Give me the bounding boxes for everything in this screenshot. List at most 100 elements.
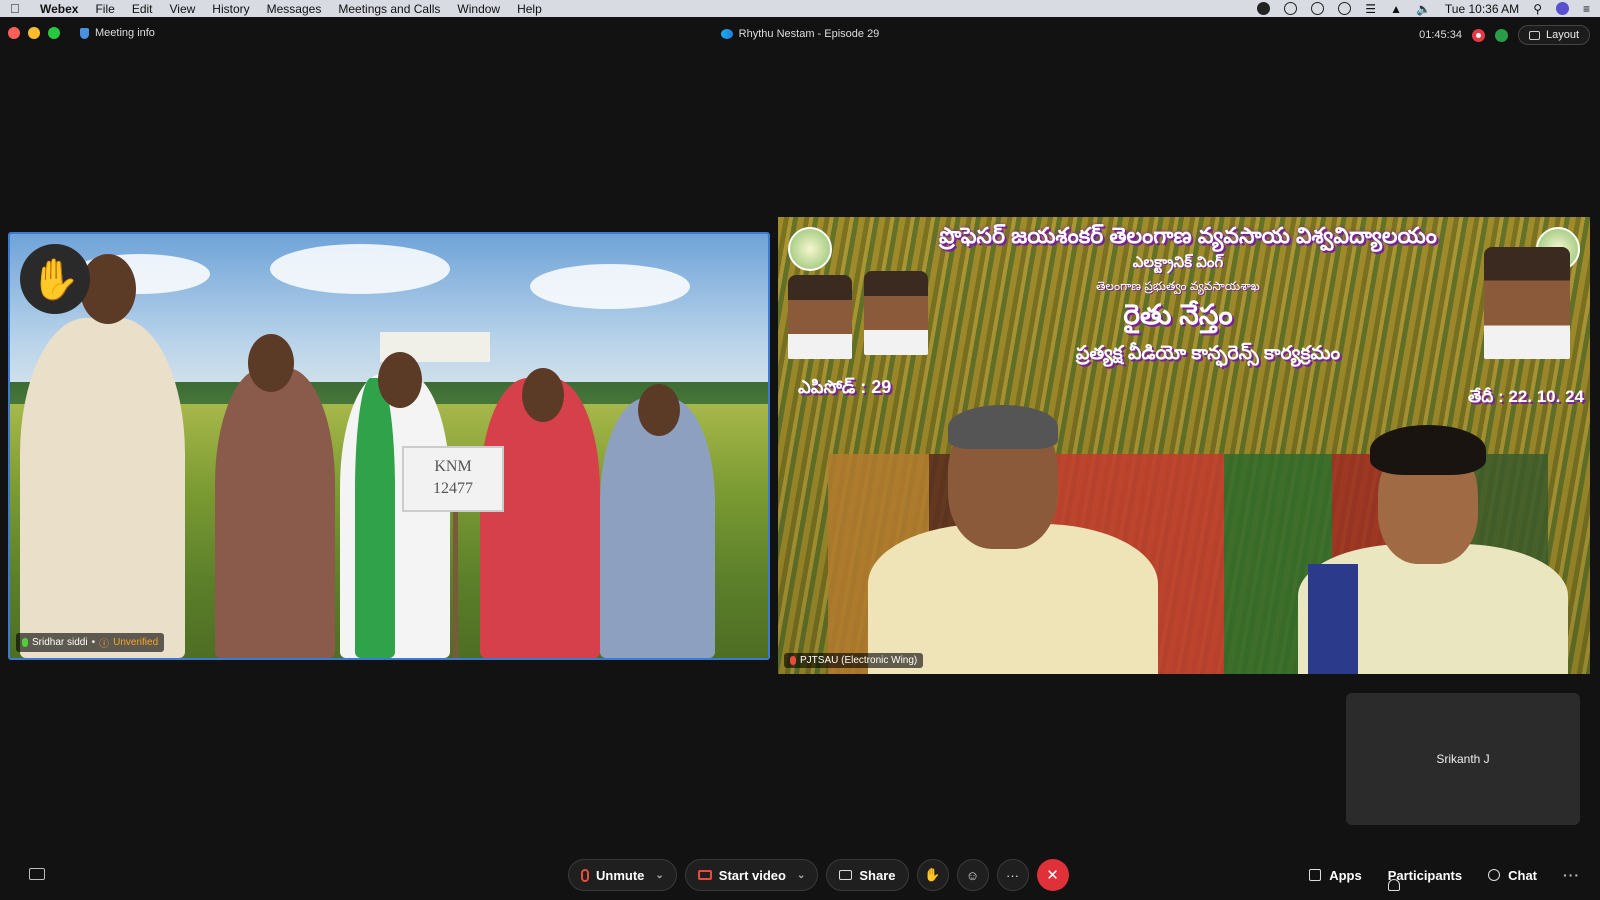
main-controls: Unmute ⌄ Start video ⌄ Share ✋ ☺ ··· ✕: [568, 859, 1069, 891]
banner-department: తెలంగాణ ప్రభుత్వం వ్యవసాయశాఖ: [1096, 279, 1260, 293]
video-person-head: [378, 352, 422, 408]
sign-line-2: 12477: [433, 480, 473, 497]
recording-indicator-icon[interactable]: [1471, 28, 1485, 42]
meeting-title: Rhythu Nestam - Episode 29: [738, 28, 880, 40]
video-presenter-female: [1298, 419, 1568, 674]
menu-file[interactable]: File: [95, 2, 114, 16]
apple-icon[interactable]: : [10, 1, 30, 16]
video-person: [215, 368, 335, 658]
time-machine-icon[interactable]: [1311, 2, 1325, 15]
menu-view[interactable]: View: [170, 2, 196, 16]
video-sign-stick: [453, 512, 458, 658]
video-cloud: [270, 244, 450, 294]
smiley-icon: ☺: [965, 867, 980, 883]
unmute-button[interactable]: Unmute ⌄: [568, 859, 677, 891]
participants-button[interactable]: Participants: [1387, 859, 1463, 891]
control-center-icon[interactable]: ≡: [1583, 2, 1590, 16]
video-person-head: [638, 384, 680, 436]
menu-meetings-and-calls[interactable]: Meetings and Calls: [338, 2, 440, 16]
window-title: Rhythu Nestam - Episode 29: [0, 28, 1600, 40]
elapsed-time: 01:45:34: [1419, 29, 1462, 41]
participants-label: Participants: [1387, 867, 1463, 883]
leave-meeting-button[interactable]: ✕: [1036, 859, 1069, 891]
banner-portrait: [1484, 247, 1570, 359]
presenter-hair: [948, 405, 1058, 449]
more-panels-button[interactable]: ···: [1563, 859, 1580, 891]
video-tile-pjtsau[interactable]: ప్రొఫెసర్ జయశంకర్ తెలంగాణ వ్యవసాయ విశ్వవ…: [778, 217, 1590, 674]
camera-off-icon: [697, 870, 712, 880]
banner-program-desc: ప్రత్యక్ష వీడియో కాన్ఫరెన్స్ కార్యక్రమం: [1075, 343, 1341, 364]
meeting-controls-bar: Unmute ⌄ Start video ⌄ Share ✋ ☺ ··· ✕ A…: [0, 856, 1600, 892]
reactions-button[interactable]: ☺: [956, 859, 989, 891]
name-separator: •: [91, 637, 96, 648]
video-cloud: [530, 264, 690, 309]
volume-icon[interactable]: 🔈: [1416, 2, 1431, 16]
menu-webex[interactable]: Webex: [40, 2, 78, 16]
clock[interactable]: Tue 10:36 AM: [1445, 2, 1519, 16]
banner-title: ప్రొఫెసర్ జయశంకర్ తెలంగాణ వ్యవసాయ విశ్వవ…: [939, 223, 1437, 248]
closed-captions-icon[interactable]: [29, 868, 45, 880]
video-tile-sridhar[interactable]: KNM 12477 ✋ Sridhar siddi • ⓘ Unverified: [8, 232, 770, 660]
presenter-hair: [1370, 425, 1486, 475]
menu-bar:  Webex File Edit View History Messages …: [0, 0, 1600, 17]
participant-name-tag: Sridhar siddi • ⓘ Unverified: [16, 633, 165, 652]
close-icon: ✕: [1046, 867, 1059, 884]
menu-edit[interactable]: Edit: [132, 2, 153, 16]
panel-controls: Apps Participants Chat ···: [1309, 859, 1580, 891]
user-avatar-icon[interactable]: [1555, 2, 1569, 15]
menu-window[interactable]: Window: [457, 2, 500, 16]
chat-button[interactable]: Chat: [1488, 859, 1537, 891]
layout-label: Layout: [1545, 29, 1579, 41]
video-person-head: [522, 368, 564, 422]
menu-help[interactable]: Help: [517, 2, 542, 16]
apps-label: Apps: [1329, 867, 1362, 883]
warning-icon: ⓘ: [99, 639, 110, 650]
layout-button[interactable]: Layout: [1517, 25, 1590, 45]
chevron-down-icon[interactable]: ⌄: [797, 870, 805, 881]
video-presenter-male: [868, 405, 1158, 674]
self-view-tile[interactable]: Srikanth J: [1346, 693, 1580, 825]
more-options-button[interactable]: ···: [996, 859, 1029, 891]
apps-button[interactable]: Apps: [1309, 859, 1362, 891]
raised-hand-icon[interactable]: ✋: [20, 244, 90, 314]
start-video-button[interactable]: Start video ⌄: [684, 859, 819, 891]
raise-hand-button[interactable]: ✋: [916, 859, 949, 891]
unmute-label: Unmute: [596, 867, 645, 883]
participant-name-tag: PJTSAU (Electronic Wing): [784, 653, 924, 668]
webex-logo-icon: [720, 29, 733, 39]
spotlight-search-icon[interactable]: ⚲: [1533, 2, 1542, 16]
start-video-label: Start video: [718, 867, 786, 883]
sign-line-1: KNM: [434, 458, 472, 475]
menu-messages[interactable]: Messages: [267, 2, 322, 16]
chevron-down-icon[interactable]: ⌄: [655, 870, 663, 881]
video-sign-board: KNM 12477: [402, 446, 504, 512]
window-title-bar: Meeting info Rhythu Nestam - Episode 29 …: [0, 17, 1600, 53]
layout-icon: [1528, 30, 1540, 40]
status-area: ☰ ▲ 🔈 Tue 10:36 AM ⚲ ≡: [1257, 2, 1590, 16]
banner-date: తేదీ : 22. 10. 24: [1468, 387, 1584, 406]
share-label: Share: [859, 867, 896, 883]
participant-name: Sridhar siddi: [32, 637, 88, 648]
more-icon: ···: [1006, 867, 1019, 883]
banner-subtitle: ఎలక్ట్రానిక్ వింగ్: [1132, 254, 1224, 271]
airplay-icon[interactable]: ▲: [1390, 2, 1402, 16]
video-person: [600, 398, 715, 658]
share-screen-icon: [839, 870, 853, 880]
title-right-area: 01:45:34 Layout: [1419, 25, 1590, 45]
unverified-label: Unverified: [113, 637, 159, 648]
assistant-indicator-icon[interactable]: [1494, 28, 1508, 42]
banner-episode: ఎపిసోడ్ : 29: [798, 377, 892, 397]
self-name: Srikanth J: [1436, 752, 1490, 766]
wifi-icon[interactable]: ☰: [1365, 2, 1376, 16]
chat-label: Chat: [1508, 867, 1537, 883]
bluetooth-icon[interactable]: [1338, 2, 1352, 15]
record-status-icon[interactable]: [1284, 2, 1298, 15]
participants-icon: [1387, 879, 1400, 891]
mic-active-icon: [22, 638, 28, 647]
screen-share-status-icon[interactable]: [1257, 2, 1271, 15]
share-button[interactable]: Share: [826, 859, 909, 891]
mic-muted-icon: [790, 656, 796, 665]
menu-history[interactable]: History: [212, 2, 249, 16]
banner-portrait: [864, 271, 928, 355]
more-icon: ···: [1563, 867, 1580, 883]
